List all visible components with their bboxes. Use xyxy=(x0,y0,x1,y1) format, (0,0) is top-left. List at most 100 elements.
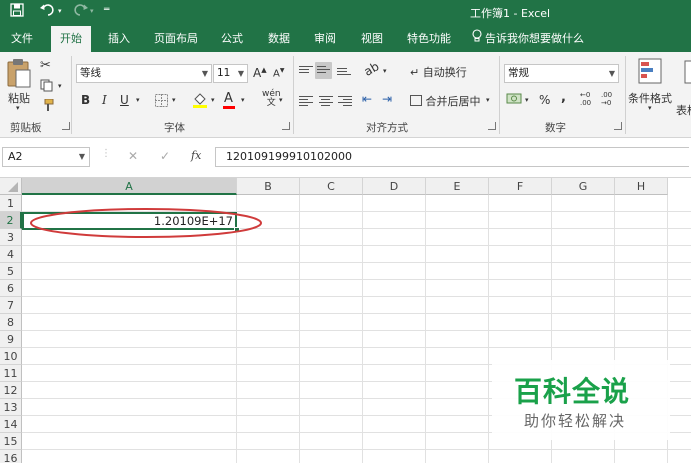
font-name-select[interactable]: 等线 ▼ xyxy=(76,64,212,83)
bold-button[interactable]: B xyxy=(81,93,90,107)
font-size-select[interactable]: 11 ▼ xyxy=(213,64,248,83)
tab-data[interactable]: 数据 xyxy=(259,26,299,52)
column-header-d[interactable]: D xyxy=(363,178,426,195)
select-all-corner[interactable] xyxy=(0,178,22,195)
underline-button[interactable]: U xyxy=(120,93,129,107)
wrap-text-button[interactable]: ↵ 自动换行 xyxy=(410,64,467,80)
merge-center-button[interactable]: 合并后居中 xyxy=(410,93,481,109)
name-box[interactable]: A2 ▼ xyxy=(2,147,90,167)
phonetic-dropdown-icon[interactable]: ▾ xyxy=(279,96,283,104)
align-bottom-icon[interactable] xyxy=(337,66,351,78)
column-header-h[interactable]: H xyxy=(615,178,668,195)
borders-icon[interactable] xyxy=(155,94,168,110)
formula-input[interactable]: 120109199910102000 xyxy=(215,147,689,167)
number-launcher-icon[interactable] xyxy=(614,122,622,130)
row-header-8[interactable]: 8 xyxy=(0,314,22,331)
column-header-c[interactable]: C xyxy=(300,178,363,195)
align-top-icon[interactable] xyxy=(299,64,313,76)
redo-dropdown-icon[interactable]: ▾ xyxy=(90,7,94,15)
align-left-icon[interactable] xyxy=(299,94,313,106)
row-header-10[interactable]: 10 xyxy=(0,348,22,365)
undo-dropdown-icon[interactable]: ▾ xyxy=(58,7,62,15)
column-header-g[interactable]: G xyxy=(552,178,615,195)
alignment-launcher-icon[interactable] xyxy=(488,122,496,130)
row-header-4[interactable]: 4 xyxy=(0,246,22,263)
column-header-b[interactable]: B xyxy=(237,178,300,195)
copy-icon[interactable] xyxy=(40,79,54,95)
decrease-indent-icon[interactable]: ⇤ xyxy=(362,92,372,106)
row-header-1[interactable]: 1 xyxy=(0,195,22,212)
align-right-icon[interactable] xyxy=(338,94,352,106)
paste-dropdown-icon[interactable]: ▾ xyxy=(16,104,20,112)
row-gridline xyxy=(22,449,691,450)
table-format-label[interactable]: 表格 xyxy=(676,102,691,118)
tab-formulas[interactable]: 公式 xyxy=(212,26,252,52)
paste-icon[interactable] xyxy=(6,58,32,91)
underline-dropdown-icon[interactable]: ▾ xyxy=(136,96,140,104)
cancel-icon[interactable]: ✕ xyxy=(128,149,138,163)
conditional-format-dropdown-icon[interactable]: ▾ xyxy=(648,104,652,112)
copy-dropdown-icon[interactable]: ▾ xyxy=(58,82,62,90)
row-header-3[interactable]: 3 xyxy=(0,229,22,246)
borders-dropdown-icon[interactable]: ▾ xyxy=(172,96,176,104)
redo-icon[interactable] xyxy=(72,3,88,21)
increase-indent-icon[interactable]: ⇥ xyxy=(382,92,392,106)
tab-page-layout[interactable]: 页面布局 xyxy=(145,26,207,52)
align-middle-icon[interactable] xyxy=(315,62,332,79)
align-center-icon[interactable] xyxy=(319,94,333,106)
decrease-decimal-icon[interactable]: .00 →0 xyxy=(601,91,612,107)
row-header-6[interactable]: 6 xyxy=(0,280,22,297)
window-title: 工作簿1 - Excel xyxy=(470,7,551,20)
tab-review[interactable]: 审阅 xyxy=(305,26,345,52)
accounting-dropdown-icon[interactable]: ▾ xyxy=(525,96,529,104)
merge-dropdown-icon[interactable]: ▾ xyxy=(486,96,490,104)
save-icon[interactable] xyxy=(10,3,24,21)
conditional-format-icon[interactable] xyxy=(638,58,662,87)
number-format-select[interactable]: 常规 ▼ xyxy=(504,64,619,83)
orientation-dropdown-icon[interactable]: ▾ xyxy=(383,67,387,75)
row-header-11[interactable]: 11 xyxy=(0,365,22,382)
tab-special-features[interactable]: 特色功能 xyxy=(398,26,460,52)
format-painter-icon[interactable] xyxy=(40,98,54,115)
tab-home[interactable]: 开始 xyxy=(51,26,91,53)
row-header-5[interactable]: 5 xyxy=(0,263,22,280)
clipboard-launcher-icon[interactable] xyxy=(62,122,70,130)
font-color-dropdown-icon[interactable]: ▾ xyxy=(241,96,245,104)
accounting-format-icon[interactable] xyxy=(506,92,522,109)
column-header-a[interactable]: A xyxy=(22,178,237,195)
merge-center-label: 合并后居中 xyxy=(425,95,481,108)
font-launcher-icon[interactable] xyxy=(282,122,290,130)
row-header-12[interactable]: 12 xyxy=(0,382,22,399)
shrink-font-button[interactable]: A▼ xyxy=(273,67,284,79)
enter-icon[interactable]: ✓ xyxy=(160,149,170,163)
undo-icon[interactable] xyxy=(40,3,56,21)
insert-function-icon[interactable]: fx xyxy=(191,149,201,162)
fill-color-icon[interactable] xyxy=(192,92,208,111)
customize-qat-icon[interactable]: ═ xyxy=(104,5,109,15)
row-header-15[interactable]: 15 xyxy=(0,433,22,450)
row-header-2[interactable]: 2 xyxy=(0,212,22,229)
tell-me-box[interactable]: 告诉我你想要做什么 xyxy=(472,26,584,52)
italic-button[interactable]: I xyxy=(102,93,107,107)
column-header-f[interactable]: F xyxy=(489,178,552,195)
comma-style-button[interactable]: , xyxy=(561,90,566,105)
table-format-icon[interactable] xyxy=(684,60,691,87)
phonetic-guide-icon[interactable]: wén 文 xyxy=(262,90,281,108)
row-header-16[interactable]: 16 xyxy=(0,450,22,463)
orientation-icon[interactable]: ab xyxy=(362,59,382,79)
grow-font-button[interactable]: A▲ xyxy=(253,66,267,80)
row-header-13[interactable]: 13 xyxy=(0,399,22,416)
column-header-e[interactable]: E xyxy=(426,178,489,195)
percent-style-button[interactable]: % xyxy=(539,93,550,107)
fill-color-dropdown-icon[interactable]: ▾ xyxy=(211,96,215,104)
tab-insert[interactable]: 插入 xyxy=(99,26,139,52)
font-color-button[interactable]: A xyxy=(223,91,235,109)
increase-decimal-icon[interactable]: ←0.00 xyxy=(580,91,591,107)
tab-file[interactable]: 文件 xyxy=(2,26,42,52)
row-header-7[interactable]: 7 xyxy=(0,297,22,314)
row-header-14[interactable]: 14 xyxy=(0,416,22,433)
cut-icon[interactable]: ✂ xyxy=(40,58,51,73)
row-header-9[interactable]: 9 xyxy=(0,331,22,348)
tab-view[interactable]: 视图 xyxy=(352,26,392,52)
watermark-subtitle: 助你轻松解决 xyxy=(524,412,627,430)
